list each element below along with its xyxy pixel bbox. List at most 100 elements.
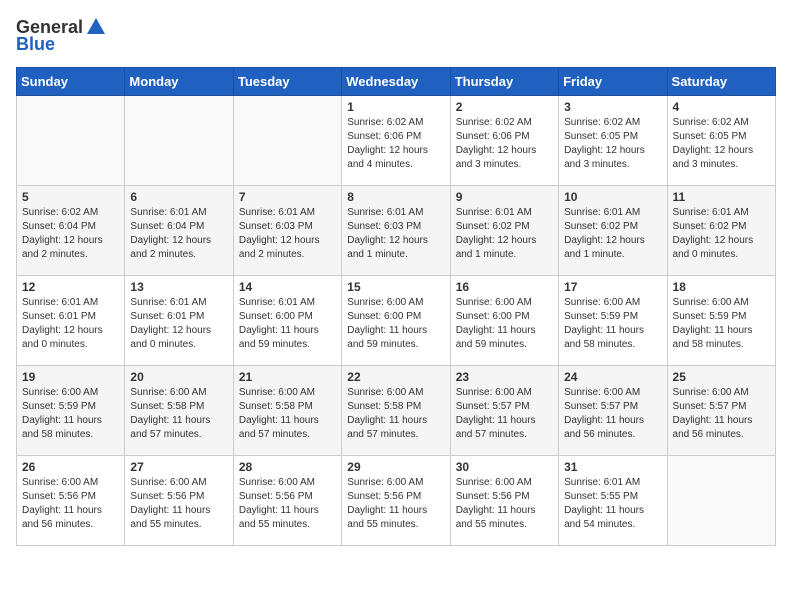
calendar-cell: 4Sunrise: 6:02 AM Sunset: 6:05 PM Daylig…: [667, 96, 775, 186]
day-number: 19: [22, 370, 119, 384]
day-info: Sunrise: 6:01 AM Sunset: 6:02 PM Dayligh…: [564, 206, 661, 262]
day-number: 3: [564, 100, 661, 114]
calendar-table: SundayMondayTuesdayWednesdayThursdayFrid…: [16, 67, 776, 546]
day-number: 4: [673, 100, 770, 114]
calendar-cell: 14 Sunrise: 6:01 AM Sunset: 6:00 PM Dayli…: [233, 276, 341, 366]
calendar-cell: 29 Sunrise: 6:00 AM Sunset: 5:56 PM Dayli…: [342, 456, 450, 546]
weekday-header-wednesday: Wednesday: [342, 68, 450, 96]
calendar-cell: 18Sunrise: 6:00 AM Sunset: 5:59 PM Dayli…: [667, 276, 775, 366]
day-number: 21: [239, 370, 336, 384]
calendar-cell: 25Sunrise: 6:00 AM Sunset: 5:57 PM Dayli…: [667, 366, 775, 456]
week-row-4: 19 Sunrise: 6:00 AM Sunset: 5:59 PM Dayli…: [17, 366, 776, 456]
calendar-cell: 28Sunrise: 6:00 AM Sunset: 5:56 PM Dayli…: [233, 456, 341, 546]
page-header: General Blue: [16, 16, 776, 55]
day-info: Sunrise: 6:00 AM Sunset: 5:56 PM Dayligh…: [456, 476, 553, 532]
day-number: 13: [130, 280, 227, 294]
day-info: Sunrise: 6:01 AM Sunset: 6:02 PM Dayligh…: [456, 206, 553, 262]
day-number: 8: [347, 190, 444, 204]
day-number: 15: [347, 280, 444, 294]
calendar-cell: 15 Sunrise: 6:00 AM Sunset: 6:00 PM Dayli…: [342, 276, 450, 366]
calendar-cell: 23 Sunrise: 6:00 AM Sunset: 5:57 PM Dayli…: [450, 366, 558, 456]
weekday-header-sunday: Sunday: [17, 68, 125, 96]
day-number: 31: [564, 460, 661, 474]
calendar-cell: 27 Sunrise: 6:00 AM Sunset: 5:56 PM Dayli…: [125, 456, 233, 546]
day-info: Sunrise: 6:00 AM Sunset: 5:57 PM Dayligh…: [673, 386, 770, 442]
calendar-cell: 7 Sunrise: 6:01 AM Sunset: 6:03 PM Daylig…: [233, 186, 341, 276]
day-number: 11: [673, 190, 770, 204]
calendar-cell: 3 Sunrise: 6:02 AM Sunset: 6:05 PM Daylig…: [559, 96, 667, 186]
day-number: 1: [347, 100, 444, 114]
calendar-cell: 6 Sunrise: 6:01 AM Sunset: 6:04 PM Daylig…: [125, 186, 233, 276]
day-number: 10: [564, 190, 661, 204]
day-info: Sunrise: 6:00 AM Sunset: 6:00 PM Dayligh…: [456, 296, 553, 352]
day-number: 17: [564, 280, 661, 294]
calendar-cell: 12 Sunrise: 6:01 AM Sunset: 6:01 PM Dayli…: [17, 276, 125, 366]
day-number: 23: [456, 370, 553, 384]
calendar-cell: [233, 96, 341, 186]
day-info: Sunrise: 6:00 AM Sunset: 5:58 PM Dayligh…: [239, 386, 336, 442]
day-info: Sunrise: 6:01 AM Sunset: 6:03 PM Dayligh…: [347, 206, 444, 262]
day-number: 6: [130, 190, 227, 204]
day-number: 12: [22, 280, 119, 294]
day-number: 16: [456, 280, 553, 294]
weekday-header-friday: Friday: [559, 68, 667, 96]
day-number: 5: [22, 190, 119, 204]
day-number: 20: [130, 370, 227, 384]
weekday-header-row: SundayMondayTuesdayWednesdayThursdayFrid…: [17, 68, 776, 96]
weekday-header-tuesday: Tuesday: [233, 68, 341, 96]
day-info: Sunrise: 6:02 AM Sunset: 6:04 PM Dayligh…: [22, 206, 119, 262]
calendar-cell: 13Sunrise: 6:01 AM Sunset: 6:01 PM Dayli…: [125, 276, 233, 366]
day-number: 28: [239, 460, 336, 474]
day-info: Sunrise: 6:02 AM Sunset: 6:05 PM Dayligh…: [564, 116, 661, 172]
week-row-1: 1 Sunrise: 6:02 AM Sunset: 6:06 PM Daylig…: [17, 96, 776, 186]
day-number: 2: [456, 100, 553, 114]
calendar-cell: 9Sunrise: 6:01 AM Sunset: 6:02 PM Daylig…: [450, 186, 558, 276]
week-row-3: 12 Sunrise: 6:01 AM Sunset: 6:01 PM Dayli…: [17, 276, 776, 366]
calendar-cell: 19 Sunrise: 6:00 AM Sunset: 5:59 PM Dayli…: [17, 366, 125, 456]
day-number: 18: [673, 280, 770, 294]
calendar-cell: [125, 96, 233, 186]
calendar-cell: [17, 96, 125, 186]
calendar-cell: 16 Sunrise: 6:00 AM Sunset: 6:00 PM Dayli…: [450, 276, 558, 366]
day-info: Sunrise: 6:01 AM Sunset: 6:04 PM Dayligh…: [130, 206, 227, 262]
logo-icon: [85, 16, 107, 38]
day-info: Sunrise: 6:00 AM Sunset: 5:59 PM Dayligh…: [22, 386, 119, 442]
logo: General Blue: [16, 16, 107, 55]
day-number: 24: [564, 370, 661, 384]
calendar-cell: 20 Sunrise: 6:00 AM Sunset: 5:58 PM Dayli…: [125, 366, 233, 456]
calendar-cell: 22Sunrise: 6:00 AM Sunset: 5:58 PM Dayli…: [342, 366, 450, 456]
day-number: 7: [239, 190, 336, 204]
day-info: Sunrise: 6:01 AM Sunset: 6:00 PM Dayligh…: [239, 296, 336, 352]
day-info: Sunrise: 6:01 AM Sunset: 6:03 PM Dayligh…: [239, 206, 336, 262]
day-info: Sunrise: 6:01 AM Sunset: 5:55 PM Dayligh…: [564, 476, 661, 532]
day-number: 14: [239, 280, 336, 294]
day-info: Sunrise: 6:01 AM Sunset: 6:01 PM Dayligh…: [22, 296, 119, 352]
day-info: Sunrise: 6:00 AM Sunset: 5:56 PM Dayligh…: [130, 476, 227, 532]
calendar-cell: 31 Sunrise: 6:01 AM Sunset: 5:55 PM Dayli…: [559, 456, 667, 546]
day-info: Sunrise: 6:00 AM Sunset: 5:59 PM Dayligh…: [564, 296, 661, 352]
day-info: Sunrise: 6:02 AM Sunset: 6:06 PM Dayligh…: [347, 116, 444, 172]
weekday-header-saturday: Saturday: [667, 68, 775, 96]
day-number: 22: [347, 370, 444, 384]
calendar-cell: 24 Sunrise: 6:00 AM Sunset: 5:57 PM Dayli…: [559, 366, 667, 456]
day-info: Sunrise: 6:00 AM Sunset: 5:57 PM Dayligh…: [456, 386, 553, 442]
calendar-cell: 17 Sunrise: 6:00 AM Sunset: 5:59 PM Dayli…: [559, 276, 667, 366]
day-info: Sunrise: 6:00 AM Sunset: 5:58 PM Dayligh…: [130, 386, 227, 442]
calendar-cell: 21 Sunrise: 6:00 AM Sunset: 5:58 PM Dayli…: [233, 366, 341, 456]
calendar-cell: 8 Sunrise: 6:01 AM Sunset: 6:03 PM Daylig…: [342, 186, 450, 276]
calendar-cell: 5 Sunrise: 6:02 AM Sunset: 6:04 PM Daylig…: [17, 186, 125, 276]
calendar-cell: 10 Sunrise: 6:01 AM Sunset: 6:02 PM Dayli…: [559, 186, 667, 276]
day-info: Sunrise: 6:01 AM Sunset: 6:02 PM Dayligh…: [673, 206, 770, 262]
calendar-cell: 11 Sunrise: 6:01 AM Sunset: 6:02 PM Dayli…: [667, 186, 775, 276]
week-row-2: 5 Sunrise: 6:02 AM Sunset: 6:04 PM Daylig…: [17, 186, 776, 276]
day-number: 30: [456, 460, 553, 474]
day-info: Sunrise: 6:00 AM Sunset: 6:00 PM Dayligh…: [347, 296, 444, 352]
day-info: Sunrise: 6:00 AM Sunset: 5:57 PM Dayligh…: [564, 386, 661, 442]
weekday-header-monday: Monday: [125, 68, 233, 96]
day-info: Sunrise: 6:00 AM Sunset: 5:56 PM Dayligh…: [347, 476, 444, 532]
day-number: 27: [130, 460, 227, 474]
day-number: 29: [347, 460, 444, 474]
calendar-cell: 26Sunrise: 6:00 AM Sunset: 5:56 PM Dayli…: [17, 456, 125, 546]
weekday-header-thursday: Thursday: [450, 68, 558, 96]
calendar-cell: [667, 456, 775, 546]
